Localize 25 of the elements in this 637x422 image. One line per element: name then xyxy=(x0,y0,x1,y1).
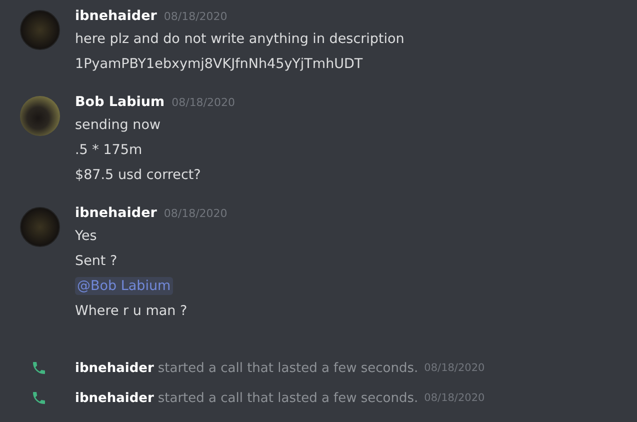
username[interactable]: Bob Labium xyxy=(75,94,165,110)
message-text: .5 * 175m xyxy=(75,141,142,159)
message-text: $87.5 usd correct? xyxy=(75,166,201,184)
avatar-logo[interactable] xyxy=(20,207,60,247)
timestamp: 08/18/2020 xyxy=(164,10,228,23)
message-text: here plz and do not write anything in description xyxy=(75,30,404,48)
message-text: 1PyamPBY1ebxymj8VKJfnNh45yYjTmhUDT xyxy=(75,55,363,73)
avatar-logo[interactable] xyxy=(20,10,60,50)
avatar-photo[interactable] xyxy=(20,96,60,136)
phone-icon xyxy=(31,390,47,406)
message-text: Yes xyxy=(75,227,97,245)
message-text: Sent ? xyxy=(75,252,118,270)
timestamp: 08/18/2020 xyxy=(424,392,485,404)
call-text: started a call that lasted a few seconds. xyxy=(158,360,418,376)
username[interactable]: ibnehaider xyxy=(75,8,157,24)
message-text: Where r u man ? xyxy=(75,302,188,320)
username[interactable]: ibnehaider xyxy=(75,360,154,376)
username[interactable]: ibnehaider xyxy=(75,390,154,406)
message-text: sending now xyxy=(75,116,160,134)
timestamp: 08/18/2020 xyxy=(172,96,236,109)
timestamp: 08/18/2020 xyxy=(164,207,228,220)
timestamp: 08/18/2020 xyxy=(424,362,485,374)
username[interactable]: ibnehaider xyxy=(75,205,157,221)
phone-icon xyxy=(31,360,47,376)
call-text: started a call that lasted a few seconds. xyxy=(158,390,418,406)
